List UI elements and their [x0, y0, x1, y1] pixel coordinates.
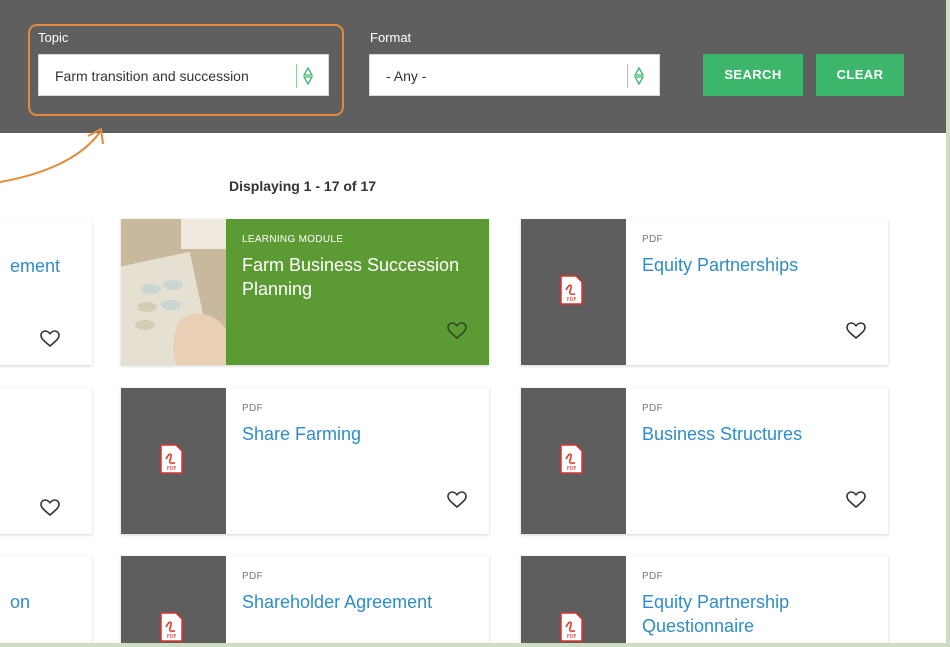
card-type: PDF	[242, 571, 263, 582]
partial-card[interactable]: on	[0, 556, 92, 643]
card-type: LEARNING MODULE	[242, 234, 344, 245]
svg-text:PDF: PDF	[167, 634, 177, 640]
heart-icon[interactable]	[40, 499, 60, 522]
card-thumbnail: PDF	[521, 219, 626, 365]
card-thumbnail-image	[121, 219, 226, 365]
result-card-pdf[interactable]: PDF PDF Equity Partnership Questionnaire	[521, 556, 888, 643]
card-type: PDF	[642, 234, 663, 245]
card-title[interactable]: Equity Partnership Questionnaire	[642, 590, 842, 638]
results-count: Displaying 1 - 17 of 17	[229, 178, 377, 194]
select-arrows-icon	[627, 64, 649, 88]
svg-text:PDF: PDF	[567, 297, 577, 303]
annotation-arrow-icon	[0, 128, 104, 183]
card-thumbnail: PDF	[121, 388, 226, 534]
pdf-icon: PDF	[159, 444, 183, 479]
svg-text:PDF: PDF	[567, 466, 577, 472]
card-title[interactable]: Share Farming	[242, 422, 472, 446]
card-type: PDF	[642, 403, 663, 414]
pdf-icon: PDF	[559, 275, 583, 310]
card-title[interactable]: Shareholder Agreement	[242, 590, 472, 614]
card-title[interactable]: Business Structures	[642, 422, 872, 446]
pdf-icon: PDF	[559, 444, 583, 479]
screenshot-frame: Topic Farm transition and succession For…	[0, 0, 950, 647]
card-title[interactable]: Farm Business Succession Planning	[242, 253, 472, 301]
format-select-value: - Any -	[386, 68, 427, 84]
card-thumbnail: PDF	[521, 388, 626, 534]
heart-icon[interactable]	[447, 322, 467, 345]
result-card-pdf[interactable]: PDF PDF Equity Partnerships	[521, 219, 888, 365]
pdf-icon: PDF	[159, 612, 183, 643]
card-type: PDF	[242, 403, 263, 414]
heart-icon[interactable]	[846, 491, 866, 514]
topic-highlight-annotation	[28, 24, 344, 116]
partial-card[interactable]: ement	[0, 219, 92, 365]
card-thumbnail: PDF	[521, 556, 626, 643]
svg-text:PDF: PDF	[567, 634, 577, 640]
clear-button[interactable]: CLEAR	[816, 54, 904, 96]
partial-card[interactable]	[0, 388, 92, 534]
card-thumbnail: PDF	[121, 556, 226, 643]
format-label: Format	[370, 30, 412, 45]
heart-icon[interactable]	[447, 491, 467, 514]
heart-icon[interactable]	[846, 322, 866, 345]
format-select[interactable]: - Any -	[369, 54, 660, 96]
result-card-pdf[interactable]: PDF PDF Business Structures	[521, 388, 888, 534]
partial-card-title[interactable]: on	[10, 592, 30, 613]
heart-icon[interactable]	[40, 330, 60, 353]
result-card-pdf[interactable]: PDF PDF Share Farming	[121, 388, 489, 534]
card-title[interactable]: Equity Partnerships	[642, 253, 872, 277]
result-card-learning-module[interactable]: LEARNING MODULE Farm Business Succession…	[121, 219, 489, 365]
result-card-pdf[interactable]: PDF PDF Shareholder Agreement	[121, 556, 489, 643]
card-type: PDF	[642, 571, 663, 582]
svg-text:PDF: PDF	[167, 466, 177, 472]
partial-card-title[interactable]: ement	[10, 256, 60, 277]
search-button[interactable]: SEARCH	[703, 54, 803, 96]
pdf-icon: PDF	[559, 612, 583, 643]
